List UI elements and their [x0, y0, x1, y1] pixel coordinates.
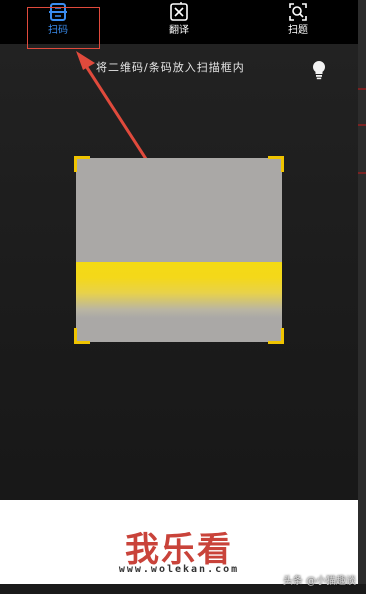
- right-edge-strip: [358, 0, 366, 594]
- tab-scan-question[interactable]: 扫题: [260, 0, 336, 44]
- scan-hint-text: 将二维码/条码放入扫描框内: [96, 61, 245, 74]
- viewfinder-corner-bottom-left: [74, 328, 90, 344]
- flashlight-bulb-icon[interactable]: [311, 60, 327, 80]
- tab-translate[interactable]: 翻译: [141, 0, 217, 44]
- viewfinder-corner-top-left: [74, 156, 90, 172]
- scanner-screen: 扫码 翻译 扫题 将二维码/条码放入扫描框内 我乐看 www.wolekan.c…: [0, 0, 358, 594]
- scan-question-icon: [287, 1, 309, 23]
- translate-icon: [168, 1, 190, 23]
- tab-scan-question-label: 扫题: [288, 25, 308, 36]
- viewfinder-corners: [74, 156, 284, 344]
- viewfinder-corner-top-right: [268, 156, 284, 172]
- source-credit: 头条 @小猫趣谈: [282, 576, 356, 587]
- tab-translate-label: 翻译: [169, 25, 189, 36]
- annotation-highlight-box: [27, 7, 100, 49]
- viewfinder-corner-bottom-right: [268, 328, 284, 344]
